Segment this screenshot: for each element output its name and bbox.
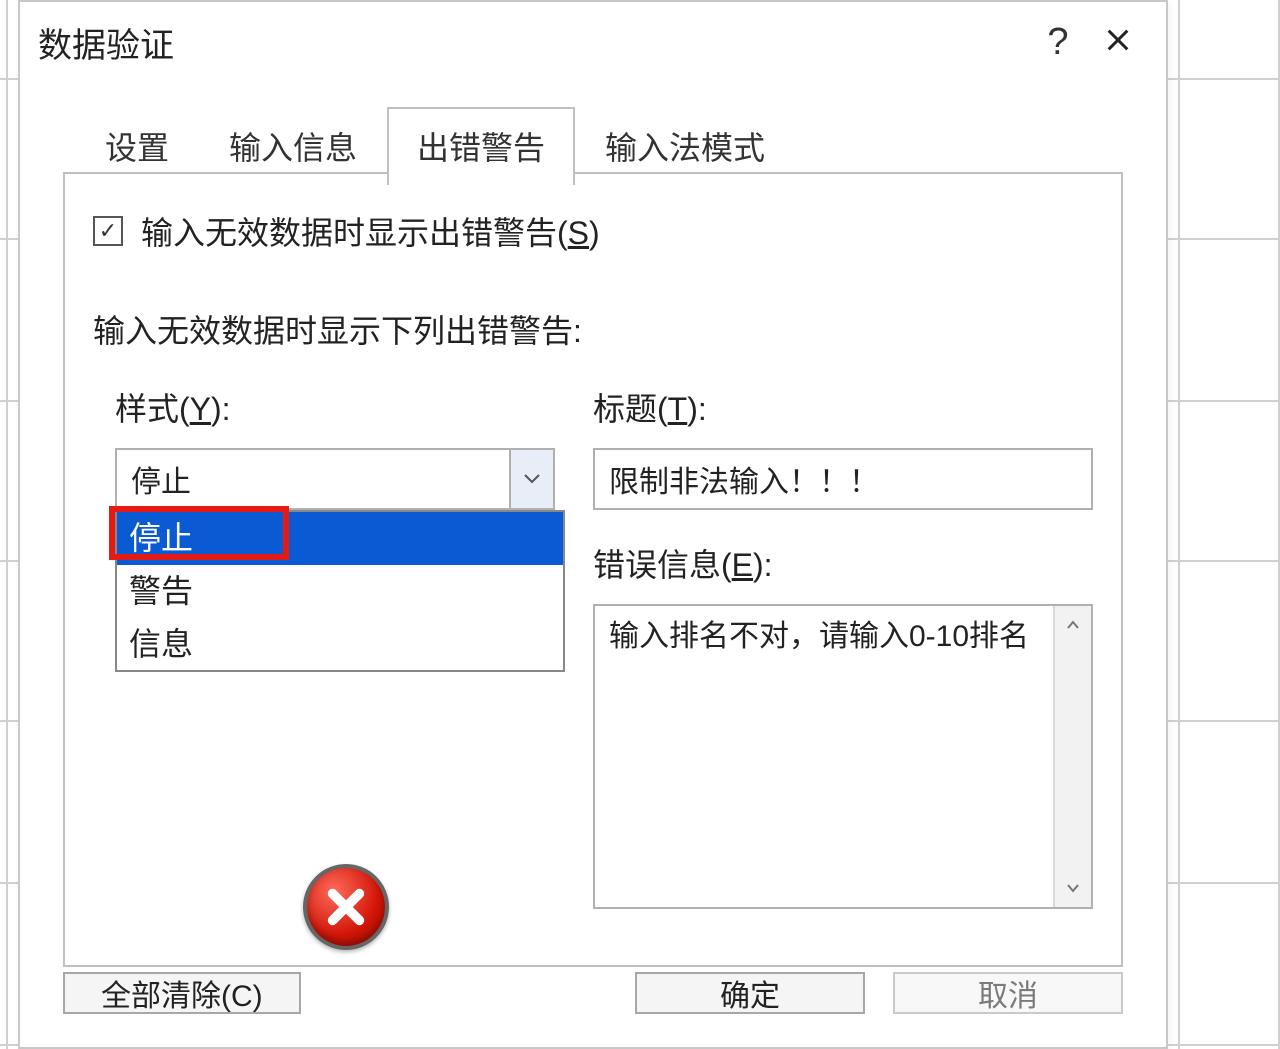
tab-panel: ✓ 输入无效数据时显示出错警告(S) 输入无效数据时显示下列出错警告: 样式(Y… xyxy=(63,172,1123,967)
close-button[interactable] xyxy=(1088,21,1148,64)
close-icon xyxy=(1104,26,1132,54)
style-select-button[interactable] xyxy=(509,450,553,508)
title-label: 标题(T): xyxy=(593,384,1093,430)
title-input[interactable] xyxy=(593,448,1093,510)
cancel-button[interactable]: 取消 xyxy=(893,972,1123,1014)
tab-error-alert[interactable]: 出错警告 xyxy=(387,107,575,185)
style-option-info[interactable]: 信息 xyxy=(117,618,563,671)
scroll-down-button[interactable] xyxy=(1055,869,1091,907)
style-option-warning[interactable]: 警告 xyxy=(117,565,563,618)
message-textarea-content: 输入排名不对，请输入0-10排名 xyxy=(595,606,1053,907)
dialog-button-row: 全部清除(C) 确定 取消 xyxy=(63,972,1123,1047)
chevron-up-icon xyxy=(1066,620,1080,630)
dialog-titlebar: 数据验证 ? xyxy=(20,2,1166,82)
show-error-checkbox-label: 输入无效数据时显示出错警告(S) xyxy=(141,208,600,254)
dialog-title: 数据验证 xyxy=(38,18,1028,67)
style-select-value: 停止 xyxy=(117,457,509,501)
message-label: 错误信息(E): xyxy=(593,540,1093,586)
ok-button[interactable]: 确定 xyxy=(635,972,865,1014)
message-textarea[interactable]: 输入排名不对，请输入0-10排名 xyxy=(593,604,1093,909)
section-description: 输入无效数据时显示下列出错警告: xyxy=(93,306,1093,352)
help-button[interactable]: ? xyxy=(1028,21,1088,64)
textarea-scrollbar[interactable] xyxy=(1053,606,1091,907)
clear-all-button[interactable]: 全部清除(C) xyxy=(63,972,301,1014)
style-option-stop[interactable]: 停止 xyxy=(117,512,563,565)
chevron-down-icon xyxy=(523,473,541,485)
show-error-checkbox-row: ✓ 输入无效数据时显示出错警告(S) xyxy=(93,208,1093,254)
show-error-checkbox[interactable]: ✓ xyxy=(93,216,123,246)
chevron-down-icon xyxy=(1066,883,1080,893)
error-style-preview-icon xyxy=(303,864,389,950)
style-select[interactable]: 停止 xyxy=(115,448,555,510)
data-validation-dialog: 数据验证 ? 设置 输入信息 出错警告 输入法模式 ✓ 输入无效数据时显示出错警… xyxy=(18,0,1168,1049)
stop-x-icon xyxy=(323,884,369,930)
style-dropdown: 停止 警告 信息 xyxy=(115,510,565,672)
scroll-up-button[interactable] xyxy=(1055,606,1091,644)
style-label: 样式(Y): xyxy=(93,384,553,430)
